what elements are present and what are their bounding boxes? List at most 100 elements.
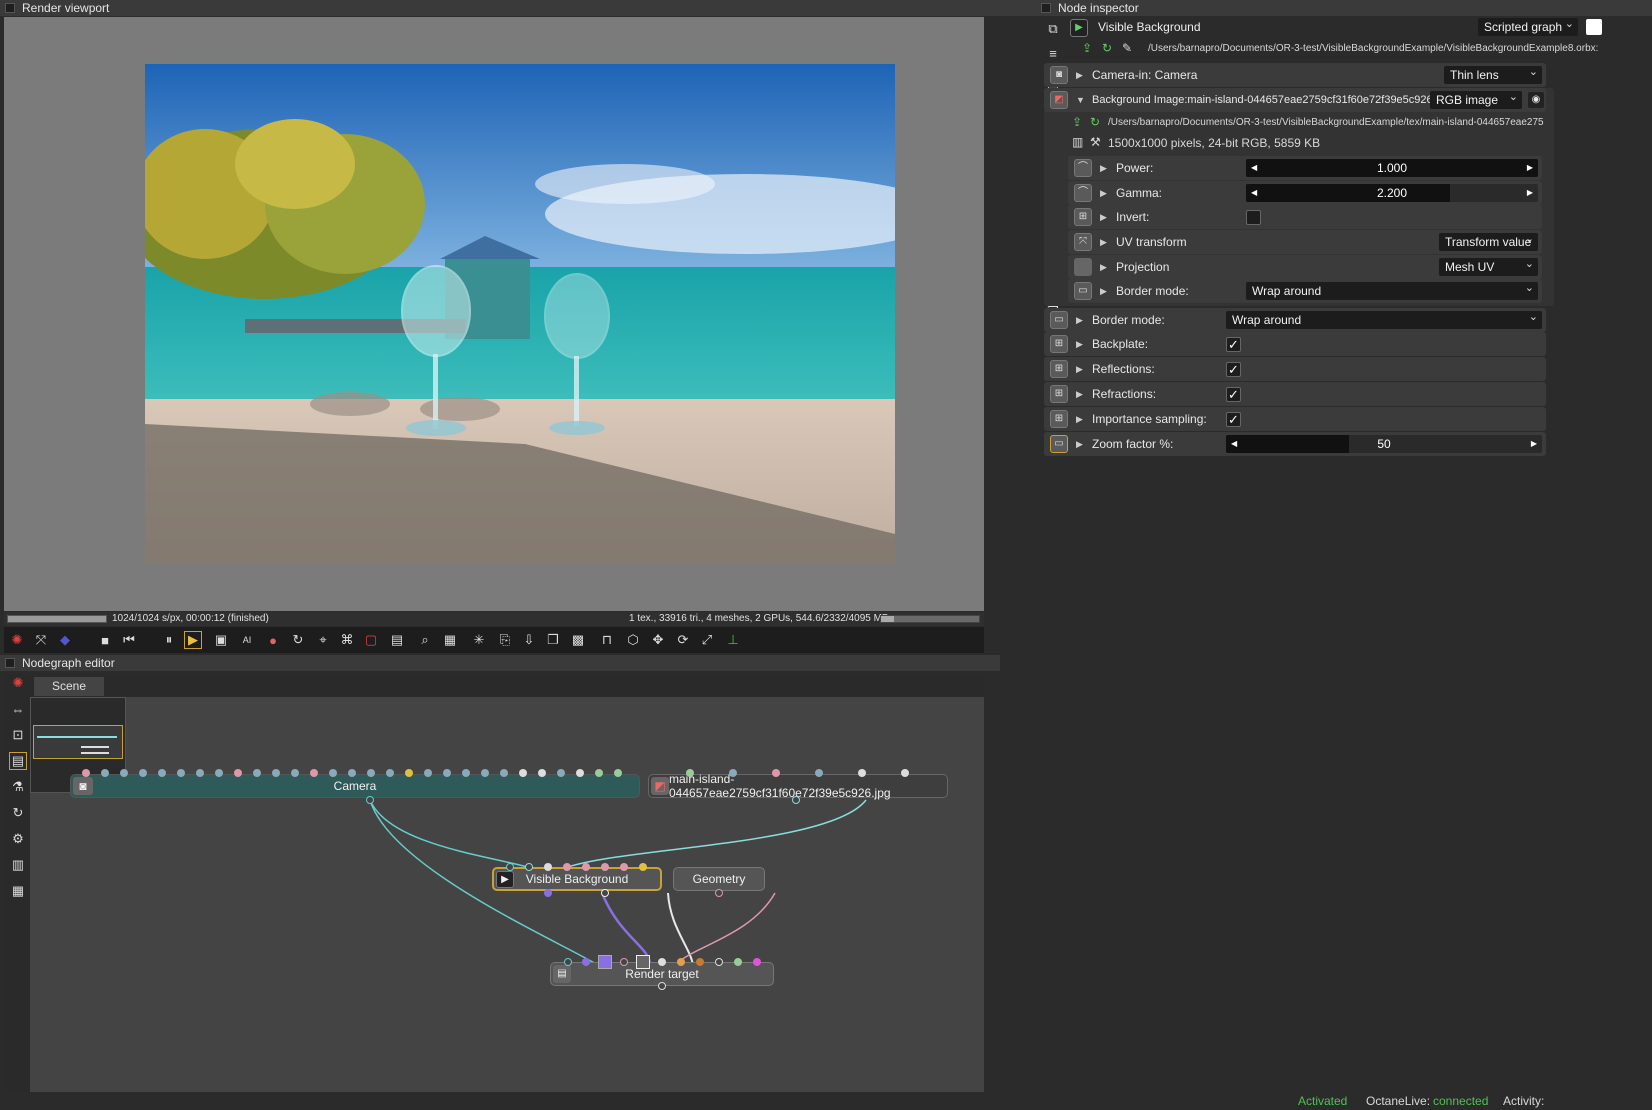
box-icon[interactable]: ⬡ [624,631,642,649]
rotate-icon[interactable]: ⟳ [674,631,692,649]
expand-arrow-icon[interactable]: ▶ [1076,308,1083,332]
octane-logo-icon[interactable]: ✺ [8,631,26,649]
file-path: /Users/barnapro/Documents/OR-3-test/Visi… [1148,43,1598,54]
gamma-slider[interactable]: ◀ 2.200 ▶ [1246,184,1538,202]
octane-node-icon[interactable]: ✺ [9,674,27,692]
invert-row: ⊞ ▶ Invert: [1068,205,1542,229]
refresh-icon[interactable]: ↻ [289,631,307,649]
collapse-icon[interactable]: ≡ [1044,44,1062,62]
color-picker-icon[interactable]: ● [264,631,282,649]
render-target-icon: ▤ [553,965,571,983]
film-region-icon[interactable]: ▤ [388,631,406,649]
geometry-node[interactable]: Geometry [673,867,765,891]
cube-icon[interactable]: ◆ [56,631,74,649]
tab-scene[interactable]: Scene [34,677,105,696]
uv-transform-dropdown[interactable]: Transform value [1439,230,1538,251]
pause-button[interactable]: ⏸ [160,631,178,649]
grid-icon[interactable]: ▦ [441,631,459,649]
nodegraph-title: Nodegraph editor [0,655,1000,671]
scene-icon[interactable]: ▤ [9,752,27,770]
image-icon[interactable]: ▩ [569,631,587,649]
wrench-icon[interactable]: ⚒ [1090,135,1101,149]
expand-icon[interactable]: ⧉ [1044,20,1062,38]
material-icon[interactable]: ⚗ [9,778,27,796]
zoom-icon[interactable]: ⌕ [416,631,434,649]
upload-icon[interactable]: ⇪ [1072,115,1082,129]
table-icon[interactable]: ▦ [9,882,27,900]
expand-arrow-icon[interactable]: ▶ [1100,181,1107,205]
expand-arrow-icon[interactable]: ▶ [1076,357,1083,381]
expand-arrow-icon[interactable]: ▶ [1100,205,1107,229]
panel-toggle-icon[interactable] [1041,3,1051,13]
upload-icon[interactable]: ⇪ [1082,41,1092,55]
play-node-icon[interactable]: ▶ [1070,19,1088,37]
film-icon[interactable]: ▥ [1072,135,1083,149]
camera-node[interactable]: ◙ Camera [70,774,640,798]
collapse-arrow-icon[interactable]: ▼ [1076,88,1085,112]
inspector-title: Node inspector [1036,0,1652,16]
expand-arrow-icon[interactable]: ▶ [1076,332,1083,356]
focus-picker-icon[interactable]: ⌖ [314,631,332,649]
refractions-checkbox[interactable]: ✓ [1226,387,1241,402]
region-icon[interactable]: ▢ [362,631,380,649]
panel-toggle-icon[interactable] [5,3,15,13]
restart-button[interactable]: ⏮ [120,631,138,649]
material-picker-icon[interactable]: ⌘ [338,631,356,649]
expand-arrow-icon[interactable]: ▶ [1100,230,1107,254]
recenter-icon[interactable]: ⊡ [9,726,27,744]
zoom-factor-slider[interactable]: ◀ 50 ▶ [1226,435,1542,453]
bool-param-icon: ⊞ [1050,385,1068,403]
lock-icon[interactable]: ⊓ [598,631,616,649]
expand-arrow-icon[interactable]: ▶ [1100,156,1107,180]
projection-dropdown[interactable]: Mesh UV [1439,255,1538,276]
backplate-checkbox[interactable]: ✓ [1226,337,1241,352]
reload-icon[interactable]: ↻ [1102,41,1112,55]
move-icon[interactable]: ✥ [649,631,667,649]
panel-toggle-icon[interactable] [5,658,15,668]
importance-sampling-checkbox[interactable]: ✓ [1226,412,1241,427]
scale-icon[interactable]: ⤢ [698,631,716,649]
image-type-dropdown[interactable]: RGB image [1430,88,1522,109]
expand-arrow-icon[interactable]: ▶ [1076,63,1083,87]
import-icon[interactable]: ⇩ [520,631,538,649]
viewport-icon[interactable]: ▣ [212,631,230,649]
layers-icon[interactable]: ❐ [544,631,562,649]
expand-arrow-icon[interactable]: ▶ [1100,255,1107,279]
camera-type-dropdown[interactable]: Thin lens camera [1444,63,1542,100]
invert-checkbox[interactable] [1246,210,1261,225]
render-viewport[interactable] [4,17,984,611]
expand-arrow-icon[interactable]: ▶ [1076,382,1083,406]
background-image-row[interactable]: ◩ ▼ Background Image:main-island-044657e… [1044,88,1546,112]
stop-button[interactable]: ■ [96,631,114,649]
nodegraph-canvas[interactable]: ◙ Camera ◩ main-island-044657eae2759cf31… [30,697,984,1095]
edit-icon[interactable]: ✎ [1122,41,1132,55]
ai-denoise-icon[interactable]: AI [238,631,256,649]
projection-row: ▶ Projection Mesh UV [1068,255,1542,279]
record-icon[interactable]: ▥ [9,856,27,874]
unfold-icon[interactable]: ⇔ [9,700,27,718]
expand-arrow-icon[interactable]: ▶ [1076,407,1083,431]
reload-icon[interactable]: ↻ [1090,115,1100,129]
script-icon[interactable]: ⚙ [9,830,27,848]
graph-type-dropdown[interactable]: Scripted graph [1478,15,1578,36]
image-texture-node[interactable]: ◩ main-island-044657eae2759cf31f60e72f39… [648,772,948,800]
refresh-node-icon[interactable]: ↻ [9,804,27,822]
sparkle-icon[interactable]: ✳ [470,631,488,649]
render-toolbar: ✺ ⤧ ◆ ■ ⏮ ⏸ ▶ ▣ AI ● ↻ ⌖ ⌘ ▢ ▤ ⌕ ▦ ✳ ⎘ ⇩… [4,627,984,653]
color-swatch[interactable] [1586,19,1602,35]
expand-arrow-icon[interactable]: ▶ [1076,432,1083,456]
camera-reset-icon[interactable]: ⤧ [32,631,50,649]
border-mode-dropdown[interactable]: Wrap around [1226,308,1542,329]
camera-in-row[interactable]: ◙ ▶ Camera-in: Camera Thin lens camera [1044,63,1546,100]
inner-border-mode-dropdown[interactable]: Wrap around [1246,279,1538,300]
eye-icon[interactable]: ◉ [1528,92,1544,108]
visible-background-node[interactable]: ▶ Visible Background [492,867,662,891]
reflections-checkbox[interactable]: ✓ [1226,362,1241,377]
expand-arrow-icon[interactable]: ▶ [1100,279,1107,303]
copy-icon[interactable]: ⎘ [496,631,514,649]
scene-stats: 1 tex., 33916 tri., 4 meshes, 2 GPUs, 54… [629,613,889,624]
axis-icon[interactable]: ⊥ [724,631,742,649]
texture-path-row: ⇪ ↻ /Users/barnapro/Documents/OR-3-test/… [1068,113,1558,133]
power-slider[interactable]: ◀ 1.000 ▶ [1246,159,1538,177]
start-button[interactable]: ▶ [184,631,202,649]
